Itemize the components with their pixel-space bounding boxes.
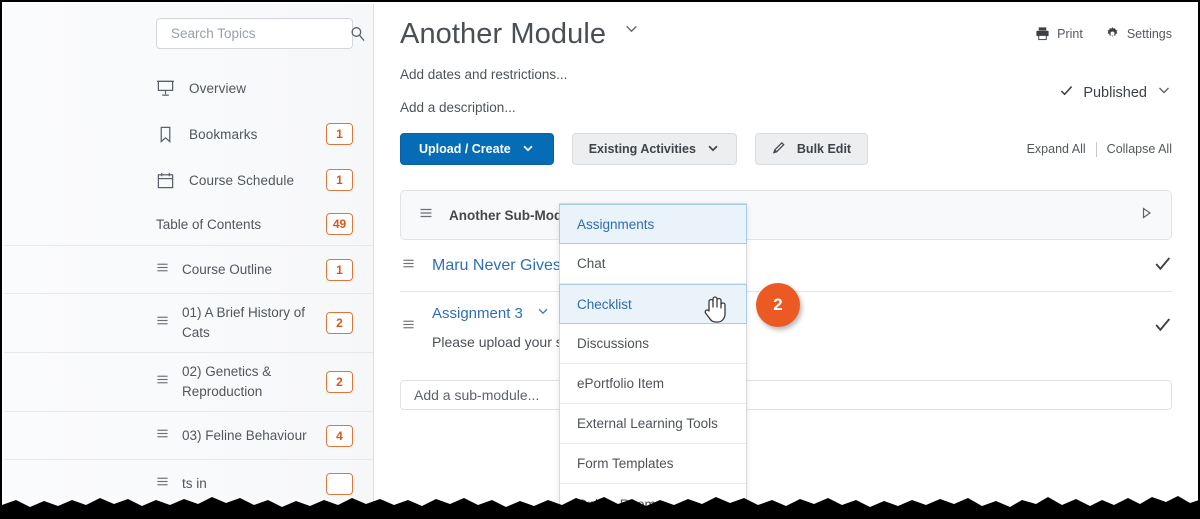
- main-content: Another Module Print Settings Add dates …: [374, 4, 1196, 515]
- print-label: Print: [1057, 26, 1083, 41]
- toc-item-label: 02) Genetics & Reproduction: [182, 364, 272, 399]
- check-icon: [1153, 254, 1172, 278]
- settings-label: Settings: [1126, 26, 1172, 41]
- toc-list-item[interactable]: 03) Feline Behaviour 4: [4, 411, 373, 459]
- dropdown-item-external-learning-tools[interactable]: External Learning Tools: [560, 404, 746, 444]
- existing-activities-dropdown: Assignments Chat Checklist Discussions e…: [559, 203, 747, 515]
- add-dates-link[interactable]: Add dates and restrictions...: [400, 67, 1172, 82]
- toc-item-label: Course Outline: [182, 261, 273, 277]
- search-input[interactable]: [169, 25, 350, 42]
- mouse-cursor-icon: [702, 294, 728, 329]
- bulk-edit-label: Bulk Edit: [796, 142, 852, 156]
- gear-icon: [1107, 27, 1118, 37]
- toc-item-label: 01) A Brief History of Cats: [182, 305, 306, 340]
- dropdown-item-form-templates[interactable]: Form Templates: [560, 444, 746, 484]
- toc-item-badge: 4: [326, 424, 353, 447]
- print-button[interactable]: Print: [1035, 26, 1083, 41]
- chevron-down-icon: [521, 141, 535, 158]
- sidebar-item-label: Bookmarks: [189, 126, 258, 142]
- chevron-down-icon[interactable]: [1156, 82, 1172, 103]
- toc-item-badge: 2: [326, 371, 353, 393]
- triangle-right-icon[interactable]: [1139, 206, 1153, 225]
- content-item-link[interactable]: Assignment 3: [432, 305, 523, 322]
- content-item-body: Maru Never Gives Up: [432, 257, 1141, 275]
- upload-create-button[interactable]: Upload / Create: [400, 133, 554, 165]
- drag-handle-icon[interactable]: [156, 427, 170, 445]
- toc-item-label: 03) Feline Behaviour: [182, 427, 307, 443]
- chevron-down-icon[interactable]: [536, 305, 550, 322]
- toc-item-label: ts in: [182, 475, 207, 491]
- dropdown-item-online-rooms[interactable]: Online Rooms: [560, 484, 746, 515]
- chevron-down-icon[interactable]: [623, 20, 640, 42]
- add-sub-module-input[interactable]: Add a sub-module...: [400, 380, 1172, 410]
- published-label: Published: [1083, 84, 1147, 101]
- dropdown-item-assignments[interactable]: Assignments: [559, 204, 747, 244]
- search-box[interactable]: [156, 18, 365, 49]
- toc-label: Table of Contents: [156, 216, 262, 232]
- main-topbar: Another Module Print Settings: [400, 4, 1172, 54]
- sidebar-nav: Overview Bookmarks 1 Course Schedule 1 T…: [4, 71, 373, 507]
- calendar-icon: [156, 171, 176, 190]
- sidebar-item-overview[interactable]: Overview: [4, 71, 373, 105]
- sidebar-badge: 1: [326, 169, 353, 191]
- collapse-all-link[interactable]: Collapse All: [1107, 142, 1172, 156]
- expand-collapse-links: Expand All Collapse All: [1027, 141, 1172, 157]
- drag-handle-icon[interactable]: [156, 314, 170, 332]
- top-actions: Print Settings: [1035, 14, 1172, 41]
- table-of-contents-header[interactable]: Table of Contents 49: [4, 209, 373, 239]
- toc-badge: 49: [326, 213, 353, 235]
- pencil-icon: [772, 140, 787, 158]
- expand-all-link[interactable]: Expand All: [1027, 142, 1086, 156]
- screenshot-frame: Overview Bookmarks 1: [0, 0, 1200, 519]
- toc-item-badge: 2: [326, 312, 353, 334]
- page-title-group[interactable]: Another Module: [400, 14, 640, 54]
- dropdown-item-chat[interactable]: Chat: [560, 244, 746, 284]
- upload-create-label: Upload / Create: [419, 142, 511, 156]
- sidebar-item-label: Overview: [189, 80, 247, 96]
- check-icon: [1153, 315, 1172, 339]
- page-title: Another Module: [400, 18, 607, 50]
- bulk-edit-button[interactable]: Bulk Edit: [754, 133, 869, 165]
- existing-activities-button[interactable]: Existing Activities: [571, 133, 737, 165]
- drag-handle-icon[interactable]: [402, 257, 418, 275]
- content-item-description: Please upload your su ) format only.: [432, 334, 656, 350]
- publish-status-control[interactable]: Published: [1059, 82, 1172, 103]
- sidebar: Overview Bookmarks 1: [4, 4, 374, 515]
- toc-list-item-partial[interactable]: ts in: [4, 459, 373, 507]
- step-annotation-badge: 2: [756, 283, 800, 327]
- drag-handle-icon[interactable]: [402, 318, 418, 336]
- sidebar-item-label: Course Schedule: [189, 172, 295, 188]
- toc-list-item[interactable]: 02) Genetics & Reproduction 2: [4, 352, 373, 411]
- drag-handle-icon[interactable]: [419, 206, 435, 225]
- bookmark-icon: [156, 125, 176, 144]
- search-container: [4, 18, 373, 49]
- divider: [1095, 141, 1097, 157]
- check-icon: [1059, 83, 1074, 102]
- sidebar-item-course-schedule[interactable]: Course Schedule 1: [4, 163, 373, 197]
- toc-item-badge: 1: [326, 258, 353, 281]
- chevron-down-icon: [706, 141, 720, 158]
- presentation-icon: [156, 79, 176, 98]
- add-description-link[interactable]: Add a description...: [400, 100, 1172, 115]
- drag-handle-icon[interactable]: [156, 373, 170, 391]
- add-sub-module-placeholder: Add a sub-module...: [414, 387, 540, 403]
- dropdown-item-discussions[interactable]: Discussions: [560, 324, 746, 364]
- toc-item-badge: [326, 472, 353, 495]
- app-window: Overview Bookmarks 1: [4, 4, 1196, 515]
- search-icon[interactable]: [350, 26, 366, 42]
- printer-icon: [1036, 27, 1049, 41]
- sidebar-badge: 1: [326, 123, 353, 145]
- drag-handle-icon[interactable]: [156, 261, 170, 279]
- toc-list-item[interactable]: Course Outline 1: [4, 245, 373, 293]
- sidebar-item-bookmarks[interactable]: Bookmarks 1: [4, 117, 373, 151]
- existing-activities-label: Existing Activities: [588, 142, 696, 156]
- dropdown-item-eportfolio-item[interactable]: ePortfolio Item: [560, 364, 746, 404]
- drag-handle-icon[interactable]: [156, 475, 170, 493]
- content-toolbar: Upload / Create Existing Activities Bulk…: [400, 133, 1172, 165]
- sub-module-card[interactable]: Another Sub-Module: [400, 190, 1172, 240]
- toc-list-item[interactable]: 01) A Brief History of Cats 2: [4, 293, 373, 352]
- settings-button[interactable]: Settings: [1105, 26, 1172, 41]
